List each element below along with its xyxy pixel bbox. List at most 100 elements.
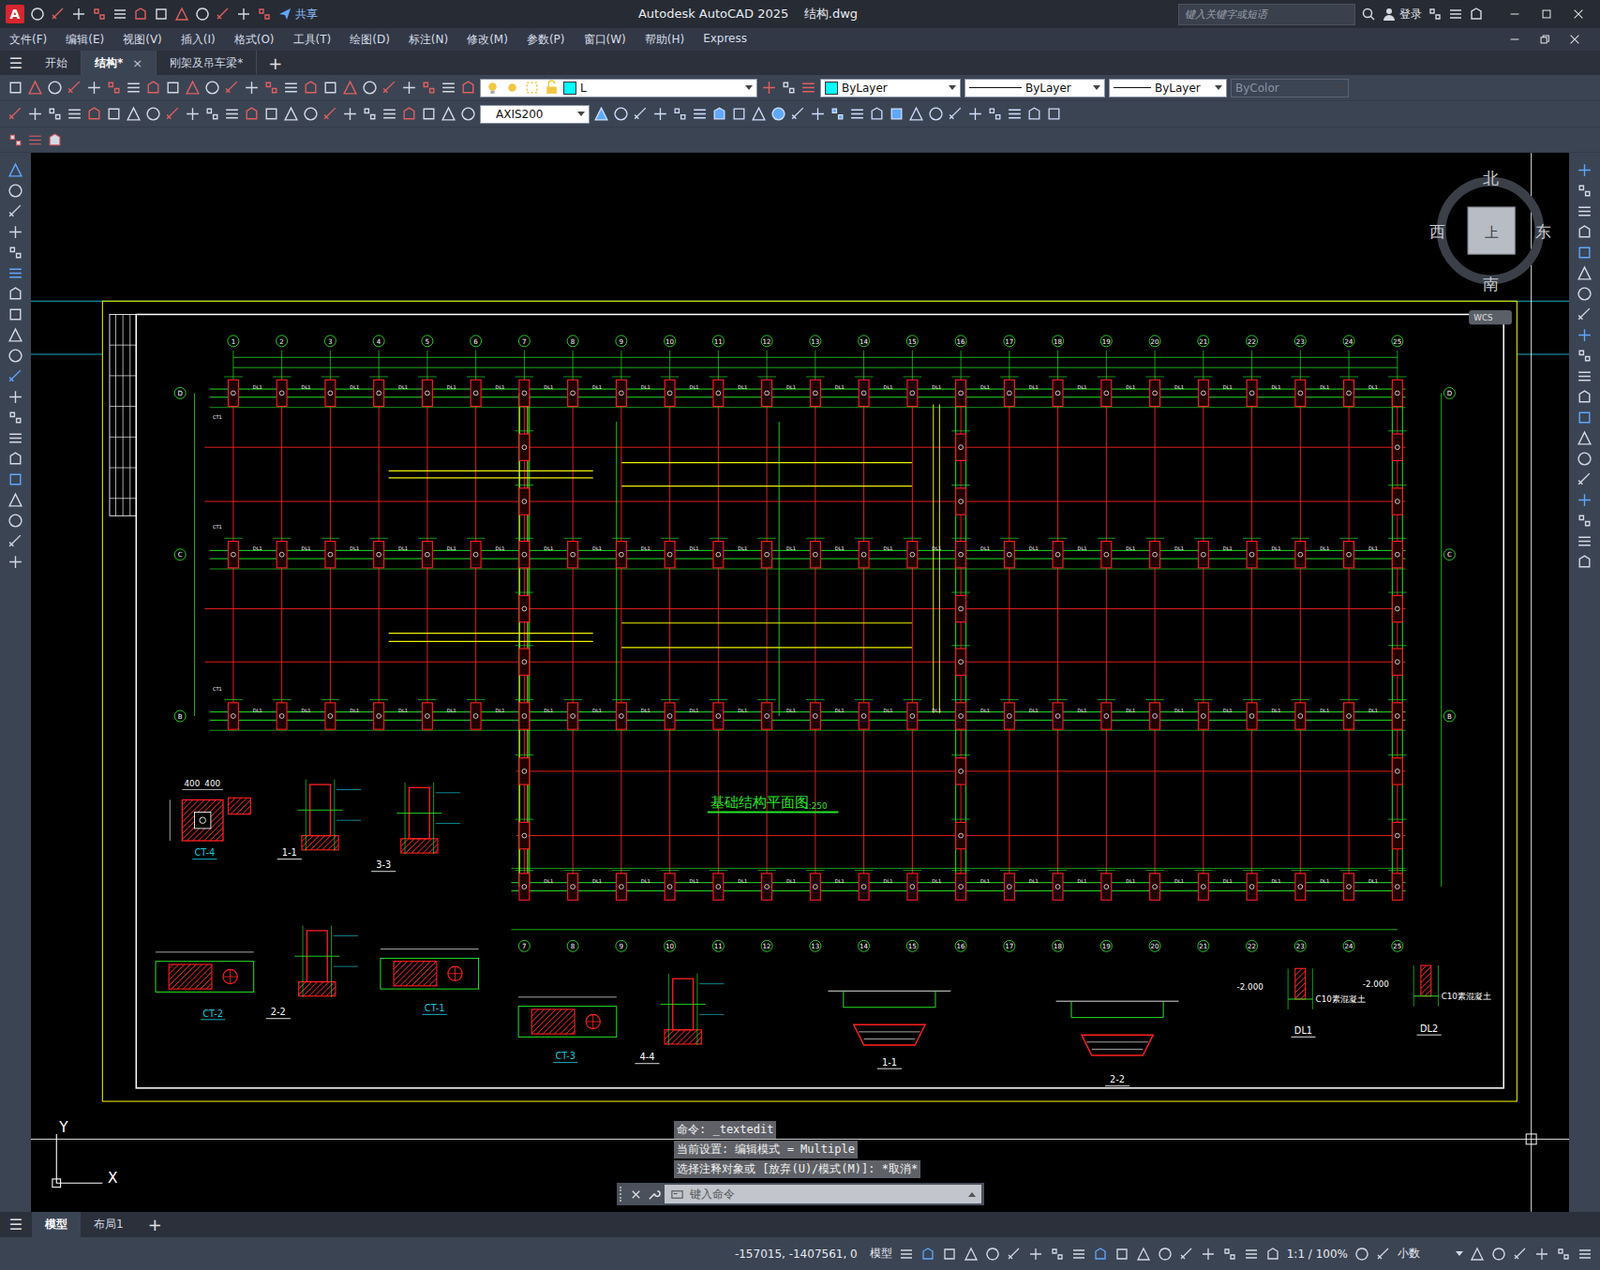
foundation-pad[interactable]	[272, 538, 292, 569]
foundation-pad[interactable]	[1339, 700, 1359, 731]
detail-drawing[interactable]: 2-2	[1056, 1001, 1180, 1087]
foundation-pad[interactable]	[612, 700, 631, 731]
modify-tool-icon[interactable]	[1576, 450, 1593, 467]
foundation-pad[interactable]	[1242, 870, 1262, 901]
modify-icon[interactable]	[868, 105, 885, 122]
foundation-pad[interactable]	[903, 870, 923, 901]
foundation-pad[interactable]	[1388, 700, 1407, 731]
modify-tool-icon[interactable]	[1576, 471, 1593, 488]
draw-tool-icon[interactable]	[7, 265, 24, 282]
toolbar-icon[interactable]	[440, 79, 457, 96]
quick-access-icon[interactable]	[112, 6, 128, 22]
modify-tool-icon[interactable]	[1576, 492, 1593, 509]
foundation-pad[interactable]	[1339, 870, 1359, 901]
command-grip[interactable]	[619, 1186, 626, 1202]
foundation-pad[interactable]	[1000, 538, 1019, 569]
foundation-pad[interactable]	[466, 700, 486, 731]
modify-icon[interactable]	[652, 105, 669, 122]
toolbar-icon[interactable]	[66, 79, 83, 96]
quick-access-icon[interactable]	[50, 6, 66, 22]
status-tool-icon[interactable]	[1577, 1246, 1593, 1262]
modify-icon[interactable]	[947, 105, 964, 122]
modify-tool-icon[interactable]	[1576, 306, 1593, 323]
status-toggle-icon[interactable]	[1049, 1246, 1065, 1262]
foundation-pad[interactable]	[418, 700, 437, 731]
quick-access-icon[interactable]	[215, 6, 231, 22]
dimension-icon[interactable]	[361, 105, 378, 122]
modify-icon[interactable]	[632, 105, 649, 122]
toolbar-icon[interactable]	[164, 79, 181, 96]
foundation-pad[interactable]	[515, 538, 535, 569]
foundation-pad[interactable]	[1194, 376, 1213, 407]
status-toggle-icon[interactable]	[985, 1246, 1001, 1262]
modify-tool-icon[interactable]	[1576, 285, 1593, 302]
modify-tool-icon[interactable]	[1576, 533, 1593, 550]
document-tab[interactable]: 开始	[31, 50, 82, 75]
app-logo[interactable]: A	[5, 4, 25, 24]
foundation-pad[interactable]	[515, 700, 535, 731]
foundation-pad[interactable]	[854, 700, 874, 731]
modify-tool-icon[interactable]	[1576, 224, 1593, 240]
dimension-icon[interactable]	[283, 105, 300, 122]
login-button[interactable]: 登录	[1381, 6, 1422, 23]
dimension-icon[interactable]	[164, 105, 181, 122]
foundation-pad[interactable]	[951, 376, 971, 407]
quick-access-icon[interactable]	[71, 6, 87, 22]
modify-icon[interactable]	[967, 105, 984, 122]
foundation-pad[interactable]	[418, 538, 437, 569]
draw-tool-icon[interactable]	[7, 244, 24, 261]
foundation-pad[interactable]	[1048, 376, 1068, 407]
toolbar-icon[interactable]	[401, 79, 418, 96]
modify-icon[interactable]	[790, 105, 807, 122]
new-layout-button[interactable]: +	[136, 1211, 174, 1238]
foundation-pad[interactable]	[1097, 376, 1117, 407]
dimension-icon[interactable]	[263, 105, 280, 122]
modify-tool-icon[interactable]	[1576, 265, 1593, 282]
modify-icon[interactable]	[908, 105, 925, 122]
status-tool-icon[interactable]	[1555, 1246, 1571, 1262]
foundation-pad[interactable]	[1388, 538, 1407, 569]
modify-icon[interactable]	[809, 105, 826, 122]
modify-tool-icon[interactable]	[1576, 368, 1593, 385]
toolbar-icon[interactable]	[342, 79, 359, 96]
doc-restore-icon[interactable]	[1538, 32, 1552, 46]
extra-tool-icon[interactable]	[7, 132, 24, 149]
foundation-pad[interactable]	[709, 376, 729, 407]
modify-tool-icon[interactable]	[1576, 347, 1593, 364]
foundation-pad[interactable]	[1388, 592, 1407, 623]
draw-tool-icon[interactable]	[7, 492, 24, 509]
dimension-icon[interactable]	[145, 105, 162, 122]
quick-access-icon[interactable]	[133, 6, 149, 22]
foundation-pad[interactable]	[1388, 376, 1407, 407]
draw-tool-icon[interactable]	[7, 450, 24, 467]
modify-icon[interactable]	[849, 105, 866, 122]
toolbar-icon[interactable]	[86, 79, 103, 96]
dimension-icon[interactable]	[420, 105, 437, 122]
status-tool-icon[interactable]	[1469, 1246, 1485, 1262]
foundation-pad[interactable]	[515, 754, 535, 785]
foundation-pad[interactable]	[1388, 431, 1407, 462]
foundation-pad[interactable]	[806, 376, 825, 407]
foundation-pad[interactable]	[660, 870, 680, 901]
foundation-pad[interactable]	[951, 485, 971, 516]
toolbar-icon[interactable]	[204, 79, 221, 96]
foundation-pad[interactable]	[612, 870, 631, 901]
modify-icon[interactable]	[1026, 105, 1043, 122]
view-cube[interactable]: 上北南东西WCS	[1429, 168, 1552, 325]
foundation-pad[interactable]	[612, 538, 631, 569]
foundation-pad[interactable]	[1145, 700, 1165, 731]
status-toggle-icon[interactable]	[1092, 1246, 1108, 1262]
foundation-pad[interactable]	[466, 538, 486, 569]
toolbar-icon[interactable]	[283, 79, 300, 96]
quick-access-icon[interactable]	[153, 6, 169, 22]
quick-access-icon[interactable]	[236, 6, 252, 22]
draw-tool-icon[interactable]	[7, 327, 24, 344]
status-toggle-icon[interactable]	[1200, 1246, 1216, 1262]
foundation-pad[interactable]	[1194, 700, 1213, 731]
foundation-pad[interactable]	[1242, 376, 1262, 407]
modify-tool-icon[interactable]	[1576, 512, 1593, 529]
status-toggle-icon[interactable]	[942, 1246, 958, 1262]
detail-drawing[interactable]: 1-1	[827, 990, 951, 1069]
extra-tool-icon[interactable]	[27, 132, 44, 149]
detail-drawing[interactable]: 400400CT-4	[169, 778, 251, 859]
